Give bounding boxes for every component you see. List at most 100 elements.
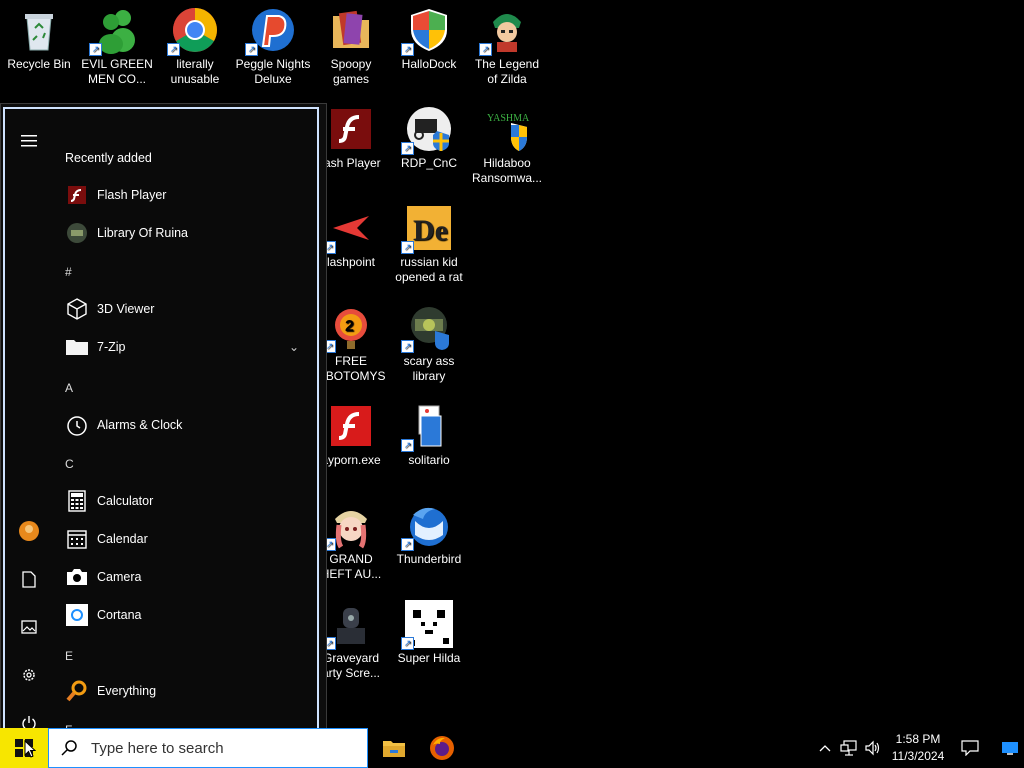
desktop-icon-recycle-bin[interactable]: Recycle Bin	[0, 6, 78, 72]
start-menu: Recently added Flash Player Library Of R…	[0, 103, 327, 728]
search-input[interactable]	[89, 738, 353, 758]
shortcut-arrow-icon: ↗	[401, 340, 414, 353]
show-desktop-icon[interactable]	[996, 728, 1024, 768]
desktop-icon-thunderbird[interactable]: ↗ Thunderbird	[390, 501, 468, 567]
app-item-flash-player[interactable]: Flash Player	[65, 179, 305, 211]
desktop-icon-hildaboo[interactable]: YASHMA Hildaboo Ransomwa...	[468, 105, 546, 186]
pixel-dog-icon: ↗	[401, 600, 453, 650]
mouse-cursor-icon	[24, 740, 36, 758]
app-item-7zip[interactable]: 7-Zip ⌄	[65, 331, 313, 363]
power-icon[interactable]	[17, 711, 41, 728]
taskbar-clock[interactable]: 1:58 PM 11/3/2024	[888, 731, 948, 765]
app-item-alarms-clock[interactable]: Alarms & Clock	[65, 409, 305, 441]
section-heading-e[interactable]: E	[65, 649, 73, 663]
game-character-icon: ↗	[479, 6, 531, 56]
app-label: Alarms & Clock	[97, 418, 183, 432]
flash-icon	[327, 105, 375, 153]
desktop-icon-label: solitario	[408, 453, 450, 467]
lobotomy-icon: 2 ↗	[323, 303, 375, 353]
app-label: Calculator	[97, 494, 154, 508]
desktop-icon-label: literally unusable	[170, 57, 220, 86]
chrome-icon: ↗	[167, 6, 219, 56]
desktop-icon-russian-kid[interactable]: De ↗ russian kid opened a rat	[390, 204, 468, 285]
desktop-icon-rdp-cnc[interactable]: ↗ RDP_CnC	[390, 105, 468, 171]
desktop-icon-super-hilda[interactable]: ↗ Super Hilda	[390, 600, 468, 666]
app-label: 7-Zip	[97, 340, 126, 354]
documents-icon[interactable]	[17, 567, 41, 591]
desktop-icon-label: Super Hilda	[397, 651, 461, 665]
camera-icon	[65, 565, 89, 589]
shortcut-arrow-icon: ↗	[245, 43, 258, 56]
section-heading-hash[interactable]: #	[65, 265, 72, 279]
hamburger-menu-icon[interactable]	[17, 129, 41, 153]
calculator-icon	[65, 489, 89, 513]
desktop-icon-label: The Legend of Zilda	[474, 57, 540, 86]
desktop-icon-scary-library[interactable]: ↗ scary ass library	[390, 303, 468, 384]
section-heading-a[interactable]: A	[65, 381, 73, 395]
rdp-icon: ↗	[401, 105, 453, 155]
settings-gear-icon[interactable]	[17, 663, 41, 687]
section-heading-c[interactable]: C	[65, 457, 74, 471]
desktop-icon-label: russian kid opened a rat	[395, 255, 463, 284]
taskbar: 1:58 PM 11/3/2024	[0, 728, 1024, 768]
desktop-icon-label: HalloDock	[401, 57, 457, 71]
desktop-icon-solitario[interactable]: ↗ solitario	[390, 402, 468, 468]
desktop-icon-label: Spoopy games	[330, 57, 372, 86]
app-label: Library Of Ruina	[97, 226, 189, 240]
clock-date: 11/3/2024	[891, 749, 945, 763]
library-icon: ↗	[401, 303, 453, 353]
app-label: Cortana	[97, 608, 142, 622]
desktop-icon-hallodock[interactable]: ↗ HalloDock	[390, 6, 468, 72]
start-button[interactable]	[0, 728, 48, 768]
file-explorer-icon	[383, 741, 405, 757]
chevron-up-icon[interactable]	[814, 728, 836, 768]
desktop: Recycle Bin ↗ EVIL GREEN MEN CO... ↗ lit…	[0, 0, 1024, 728]
app-item-library-of-ruina[interactable]: Library Of Ruina	[65, 217, 305, 249]
flashpoint-icon: ↗	[323, 204, 375, 254]
desktop-icon-label: RDP_CnC	[400, 156, 457, 170]
taskbar-search-box[interactable]	[48, 728, 368, 768]
peggle-icon: ↗	[245, 6, 297, 56]
pictures-icon[interactable]	[17, 615, 41, 639]
desktop-icon-evil-green-men[interactable]: ↗ EVIL GREEN MEN CO...	[78, 6, 156, 87]
app-item-camera[interactable]: Camera	[65, 561, 305, 593]
user-avatar-icon[interactable]	[17, 519, 41, 543]
folder-icon	[327, 6, 375, 54]
thunderbird-icon: ↗	[401, 501, 453, 551]
taskbar-firefox[interactable]	[418, 728, 466, 768]
firefox-icon	[430, 736, 454, 760]
desktop-icon-label: Thunderbird	[396, 552, 462, 566]
desktop-icon-spoopy-games[interactable]: Spoopy games	[312, 6, 390, 87]
network-icon[interactable]	[838, 728, 860, 768]
desktop-icon-literally-unusable[interactable]: ↗ literally unusable	[156, 6, 234, 87]
notifications-icon[interactable]	[956, 728, 984, 768]
desktop-icon-legend-of-zilda[interactable]: ↗ The Legend of Zilda	[468, 6, 546, 87]
desktop-icon-label: Recycle Bin	[7, 57, 71, 71]
shortcut-arrow-icon: ↗	[401, 241, 414, 254]
app-item-calculator[interactable]: Calculator	[65, 485, 305, 517]
library-ruina-icon	[65, 221, 89, 245]
search-icon	[49, 740, 89, 756]
app-item-cortana[interactable]: Cortana	[65, 599, 305, 631]
shortcut-arrow-icon: ↗	[401, 538, 414, 551]
shortcut-arrow-icon: ↗	[479, 43, 492, 56]
taskbar-file-explorer[interactable]	[370, 728, 418, 768]
start-menu-panel: Recently added Flash Player Library Of R…	[3, 107, 319, 728]
app-label: Calendar	[97, 532, 148, 546]
magnifier-icon	[65, 679, 89, 703]
volume-icon[interactable]	[862, 728, 884, 768]
app-item-3d-viewer[interactable]: 3D Viewer	[65, 293, 305, 325]
shortcut-arrow-icon: ↗	[401, 637, 414, 650]
app-item-calendar[interactable]: Calendar	[65, 523, 305, 555]
desktop-icon-peggle[interactable]: ↗ Peggle Nights Deluxe	[234, 6, 312, 87]
shortcut-arrow-icon: ↗	[401, 43, 414, 56]
calendar-icon	[65, 527, 89, 551]
flash-icon	[327, 402, 375, 450]
shortcut-arrow-icon: ↗	[89, 43, 102, 56]
desktop-icon-label: EVIL GREEN MEN CO...	[81, 57, 153, 86]
chevron-down-icon[interactable]: ⌄	[289, 340, 299, 354]
app-list: Recently added Flash Player Library Of R…	[53, 109, 317, 728]
app-item-everything[interactable]: Everything	[65, 675, 305, 707]
windows-shield-icon: ↗	[401, 6, 453, 56]
app-label: 3D Viewer	[97, 302, 155, 316]
